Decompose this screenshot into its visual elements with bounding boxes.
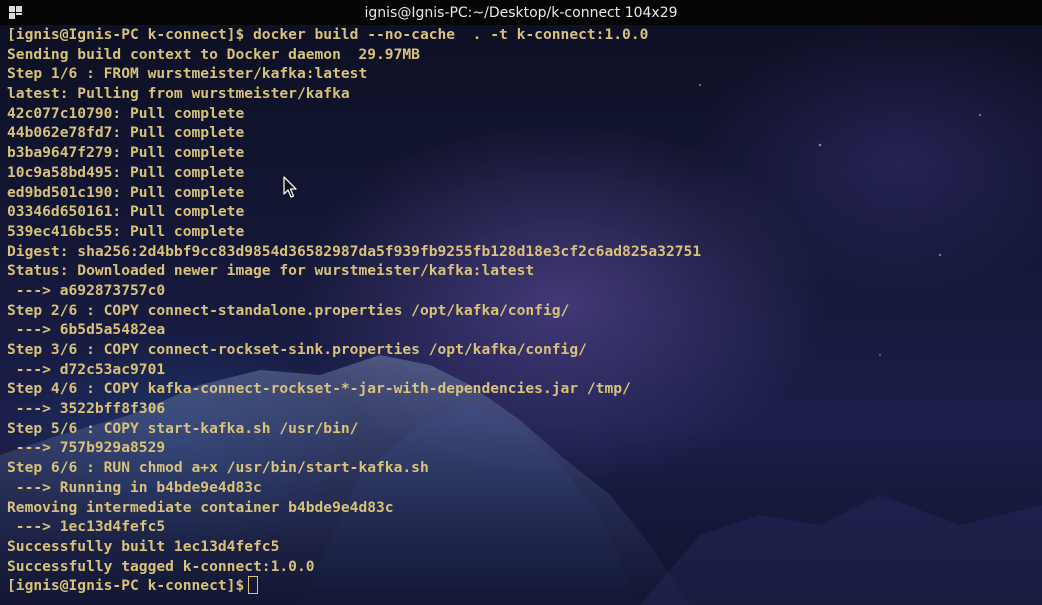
terminal-line: ---> 3522bff8f306 (7, 400, 166, 418)
window-menu-icon[interactable] (9, 6, 22, 19)
terminal-line: Digest: sha256:2d4bbf9cc83d9854d36582987… (7, 242, 702, 260)
terminal-line: 10c9a58bd495: Pull complete (7, 163, 245, 181)
terminal-line: Status: Downloaded newer image for wurst… (7, 262, 535, 280)
terminal-line: Step 6/6 : RUN chmod a+x /usr/bin/start-… (7, 459, 429, 477)
terminal-line: Step 5/6 : COPY start-kafka.sh /usr/bin/ (7, 419, 359, 437)
title-bar[interactable]: ignis@Ignis-PC:~/Desktop/k-connect 104x2… (0, 0, 1042, 25)
terminal-line: 03346d650161: Pull complete (7, 203, 245, 221)
terminal-line: ---> 757b929a8529 (7, 439, 166, 457)
terminal-lines: [ignis@Ignis-PC k-connect]$ docker build… (7, 25, 1037, 576)
terminal-line: latest: Pulling from wurstmeister/kafka (7, 85, 350, 103)
terminal-line: Step 3/6 : COPY connect-rockset-sink.pro… (7, 341, 587, 358)
terminal-line: ---> a692873757c0 (7, 281, 166, 299)
terminal-line: ---> 1ec13d4fefc5 (7, 518, 166, 536)
terminal-output[interactable]: [ignis@Ignis-PC k-connect]$ docker build… (7, 25, 1037, 603)
mouse-pointer-icon (283, 176, 297, 198)
terminal-line: ---> 6b5d5a5482ea (7, 321, 166, 339)
terminal-line: 42c077c10790: Pull complete (7, 104, 245, 122)
terminal-line: ---> d72c53ac9701 (7, 360, 166, 378)
terminal-line: Step 4/6 : COPY kafka-connect-rockset-*-… (7, 380, 631, 398)
terminal-line: 44b062e78fd7: Pull complete (7, 124, 245, 142)
terminal-line: Successfully tagged k-connect:1.0.0 (7, 557, 315, 575)
terminal-line: Step 2/6 : COPY connect-standalone.prope… (7, 301, 570, 319)
terminal-line: Step 1/6 : FROM wurstmeister/kafka:lates… (7, 65, 368, 83)
terminal-line: ed9bd501c190: Pull complete (7, 183, 245, 201)
terminal-line: b3ba9647f279: Pull complete (7, 144, 245, 162)
terminal-line: Successfully built 1ec13d4fefc5 (7, 537, 280, 555)
terminal-line: 539ec416bc55: Pull complete (7, 222, 245, 240)
terminal-line: Sending build context to Docker daemon 2… (7, 45, 420, 63)
window-title: ignis@Ignis-PC:~/Desktop/k-connect 104x2… (364, 4, 678, 21)
terminal-line: [ignis@Ignis-PC k-connect]$ docker build… (7, 26, 649, 43)
text-cursor (248, 576, 259, 595)
terminal-line: Removing intermediate container b4bde9e4… (7, 498, 394, 516)
terminal-line: ---> Running in b4bde9e4d83c (7, 478, 262, 496)
shell-prompt: [ignis@Ignis-PC k-connect]$ (7, 577, 245, 595)
prompt-line[interactable]: [ignis@Ignis-PC k-connect]$ (7, 576, 1037, 596)
terminal-window: ignis@Ignis-PC:~/Desktop/k-connect 104x2… (0, 0, 1042, 605)
